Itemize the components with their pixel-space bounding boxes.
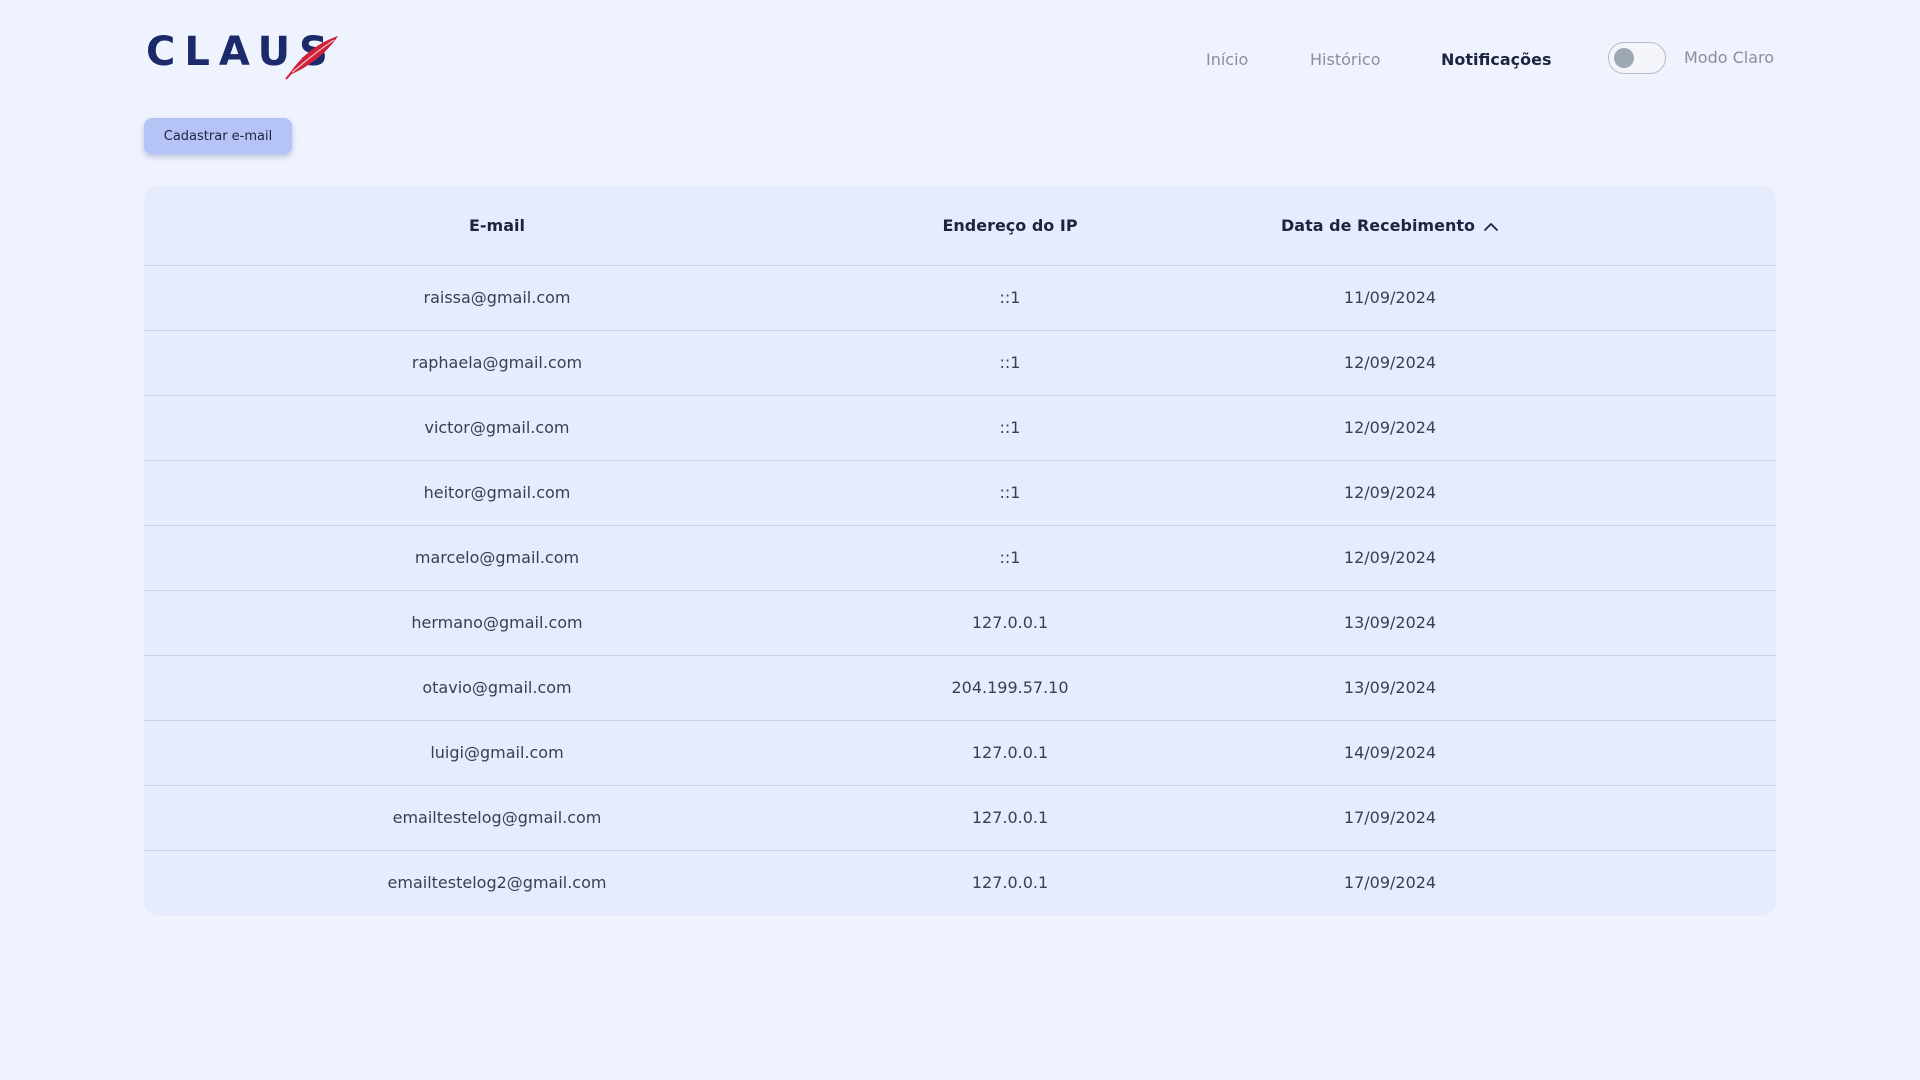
ip-cell: 127.0.0.1 <box>971 613 1049 632</box>
email-cell: hermano@gmail.com <box>411 613 583 632</box>
toggle-knob <box>1614 48 1634 68</box>
ip-cell: ::1 <box>999 353 1021 372</box>
table-row: hermano@gmail.com 127.0.0.1 13/09/2024 <box>144 591 1776 656</box>
email-cell: raissa@gmail.com <box>423 288 571 307</box>
table-row: marcelo@gmail.com ::1 12/09/2024 <box>144 526 1776 591</box>
register-email-button[interactable]: Cadastrar e-mail <box>144 118 292 154</box>
email-cell: marcelo@gmail.com <box>414 548 580 567</box>
date-cell: 11/09/2024 <box>1343 288 1437 307</box>
table-row: victor@gmail.com ::1 12/09/2024 <box>144 396 1776 461</box>
ip-cell: 127.0.0.1 <box>971 743 1049 762</box>
ip-cell: 127.0.0.1 <box>971 873 1049 892</box>
date-cell: 17/09/2024 <box>1343 808 1437 827</box>
nav-item-inicio[interactable]: Início <box>1206 50 1248 69</box>
email-cell: emailtestelog@gmail.com <box>392 808 602 827</box>
column-header-ip-label: Endereço do IP <box>942 216 1078 235</box>
column-header-ip: Endereço do IP <box>850 216 1170 235</box>
table-row: raissa@gmail.com ::1 11/09/2024 <box>144 266 1776 331</box>
chevron-up-icon[interactable] <box>1483 221 1499 233</box>
date-cell: 12/09/2024 <box>1343 548 1437 567</box>
email-cell: luigi@gmail.com <box>430 743 564 762</box>
ip-cell: 127.0.0.1 <box>971 808 1049 827</box>
table-row: otavio@gmail.com 204.199.57.10 13/09/202… <box>144 656 1776 721</box>
feather-icon <box>285 36 338 80</box>
column-header-date-label: Data de Recebimento <box>1281 216 1475 235</box>
ip-cell: ::1 <box>999 418 1021 437</box>
email-cell: heitor@gmail.com <box>423 483 571 502</box>
email-cell: victor@gmail.com <box>424 418 570 437</box>
table-header: E-mail Endereço do IP Data de Recebiment… <box>144 186 1776 266</box>
date-cell: 13/09/2024 <box>1343 613 1437 632</box>
date-cell: 12/09/2024 <box>1343 483 1437 502</box>
ip-cell: 204.199.57.10 <box>951 678 1069 697</box>
column-header-email: E-mail <box>144 216 850 235</box>
email-cell: otavio@gmail.com <box>422 678 572 697</box>
logo[interactable]: CLAUS <box>146 28 342 82</box>
table-row: emailtestelog2@gmail.com 127.0.0.1 17/09… <box>144 851 1776 916</box>
ip-cell: ::1 <box>999 288 1021 307</box>
theme-toggle-label: Modo Claro <box>1684 48 1775 67</box>
date-cell: 13/09/2024 <box>1343 678 1437 697</box>
date-cell: 12/09/2024 <box>1343 418 1437 437</box>
column-header-date[interactable]: Data de Recebimento <box>1170 216 1610 235</box>
ip-cell: ::1 <box>999 483 1021 502</box>
table-row: luigi@gmail.com 127.0.0.1 14/09/2024 <box>144 721 1776 786</box>
table-row: emailtestelog@gmail.com 127.0.0.1 17/09/… <box>144 786 1776 851</box>
notifications-table: E-mail Endereço do IP Data de Recebiment… <box>144 186 1776 916</box>
nav-item-historico[interactable]: Histórico <box>1310 50 1380 69</box>
email-cell: raphaela@gmail.com <box>411 353 583 372</box>
table-row: raphaela@gmail.com ::1 12/09/2024 <box>144 331 1776 396</box>
date-cell: 12/09/2024 <box>1343 353 1437 372</box>
date-cell: 14/09/2024 <box>1343 743 1437 762</box>
nav-item-notificacoes[interactable]: Notificações <box>1441 50 1552 69</box>
table-row: heitor@gmail.com ::1 12/09/2024 <box>144 461 1776 526</box>
column-header-email-label: E-mail <box>468 216 525 235</box>
theme-toggle[interactable] <box>1608 42 1666 74</box>
ip-cell: ::1 <box>999 548 1021 567</box>
email-cell: emailtestelog2@gmail.com <box>387 873 607 892</box>
date-cell: 17/09/2024 <box>1343 873 1437 892</box>
